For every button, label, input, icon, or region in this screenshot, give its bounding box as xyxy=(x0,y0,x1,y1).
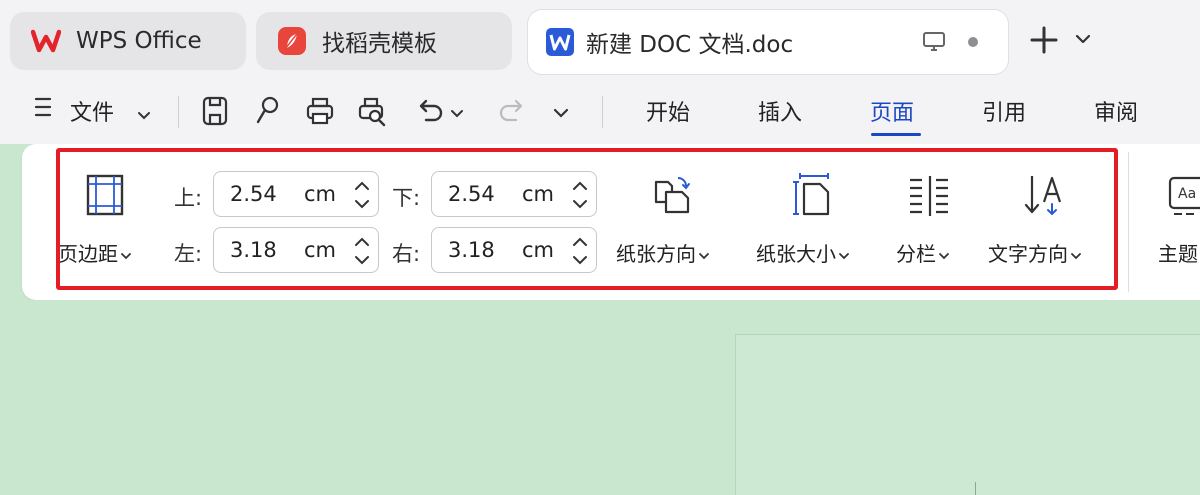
text-direction-button[interactable]: 文字方向 xyxy=(988,238,1082,267)
margin-bottom-input[interactable]: 2.54 cm xyxy=(431,171,597,217)
columns-button[interactable]: 分栏 xyxy=(896,238,950,267)
docer-logo-icon xyxy=(276,25,308,57)
margin-left-input[interactable]: 3.18 cm xyxy=(213,227,379,273)
tab-insert[interactable]: 插入 xyxy=(758,95,802,127)
unsaved-dot-icon[interactable] xyxy=(968,37,978,47)
page-margins-button[interactable]: 页边距 xyxy=(58,238,132,267)
ribbon-divider xyxy=(1128,152,1129,292)
tab-references[interactable]: 引用 xyxy=(982,95,1026,127)
page-margins-icon[interactable] xyxy=(84,172,128,222)
margin-top-label: 上: xyxy=(174,186,203,210)
spinner-arrows-icon[interactable] xyxy=(352,178,372,216)
margin-top-input[interactable]: 2.54 cm xyxy=(213,171,379,217)
new-tab-plus-icon[interactable] xyxy=(1026,22,1062,58)
menu-divider xyxy=(602,96,603,128)
tab-document[interactable]: 新建 DOC 文档.doc xyxy=(528,10,1008,74)
paper-size-icon[interactable] xyxy=(792,172,836,222)
tab-review[interactable]: 审阅 xyxy=(1094,95,1138,127)
theme-icon[interactable]: Aa xyxy=(1168,176,1200,224)
word-doc-icon xyxy=(544,26,576,58)
format-painter-icon[interactable] xyxy=(252,94,284,128)
menu-hamburger-icon[interactable] xyxy=(34,96,54,124)
theme-button[interactable]: 主题 xyxy=(1158,238,1198,267)
tab-wps-office[interactable]: WPS Office xyxy=(10,12,246,70)
tab-bar: WPS Office 找稻壳模板 新建 DOC 文档.doc xyxy=(0,0,1200,80)
paper-size-button[interactable]: 纸张大小 xyxy=(756,238,850,267)
tab-home[interactable]: 开始 xyxy=(646,95,690,127)
active-tab-underline xyxy=(871,133,921,136)
tab-page-layout[interactable]: 页面 xyxy=(870,95,914,127)
margin-bottom-label: 下: xyxy=(392,186,421,210)
wps-logo-icon xyxy=(30,25,62,57)
menu-divider xyxy=(178,96,179,128)
tab-docer-templates[interactable]: 找稻壳模板 xyxy=(256,12,512,70)
paper-orientation-button[interactable]: 纸张方向 xyxy=(616,238,710,267)
chevron-down-icon xyxy=(121,252,131,259)
file-menu-chevron-down-icon[interactable] xyxy=(137,106,151,125)
save-icon[interactable] xyxy=(200,94,232,128)
screen-display-icon[interactable] xyxy=(922,30,946,60)
redo-icon[interactable] xyxy=(496,94,528,128)
chevron-down-icon xyxy=(839,252,849,259)
chevron-down-icon xyxy=(1071,252,1081,259)
tab-label: WPS Office xyxy=(76,28,202,54)
svg-text:Aa: Aa xyxy=(1178,186,1196,202)
chevron-down-icon xyxy=(699,252,709,259)
margin-right-input[interactable]: 3.18 cm xyxy=(431,227,597,273)
chevron-down-icon xyxy=(939,252,949,259)
tab-list-chevron-down-icon[interactable] xyxy=(1074,30,1092,49)
margin-left-label: 左: xyxy=(174,242,203,266)
file-menu[interactable]: 文件 xyxy=(70,95,114,127)
more-quick-access-chevron-down-icon[interactable] xyxy=(552,104,570,138)
ribbon-panel xyxy=(22,144,1200,300)
spinner-arrows-icon[interactable] xyxy=(570,234,590,272)
text-direction-icon[interactable] xyxy=(1022,172,1068,222)
print-preview-icon[interactable] xyxy=(356,94,388,128)
tab-label: 找稻壳模板 xyxy=(322,31,437,57)
undo-chevron-down-icon[interactable] xyxy=(450,104,464,138)
undo-icon[interactable] xyxy=(414,94,446,128)
paper-orientation-icon[interactable] xyxy=(650,172,696,222)
margin-right-label: 右: xyxy=(392,242,421,266)
tab-label: 新建 DOC 文档.doc xyxy=(586,32,794,58)
document-page[interactable] xyxy=(735,334,1200,495)
spinner-arrows-icon[interactable] xyxy=(352,234,372,272)
columns-icon[interactable] xyxy=(906,172,950,222)
page-margin-mark xyxy=(975,482,976,495)
spinner-arrows-icon[interactable] xyxy=(570,178,590,216)
print-icon[interactable] xyxy=(304,94,336,128)
menu-row: 文件 开始 插入 页面 引用 审阅 xyxy=(0,80,1200,144)
